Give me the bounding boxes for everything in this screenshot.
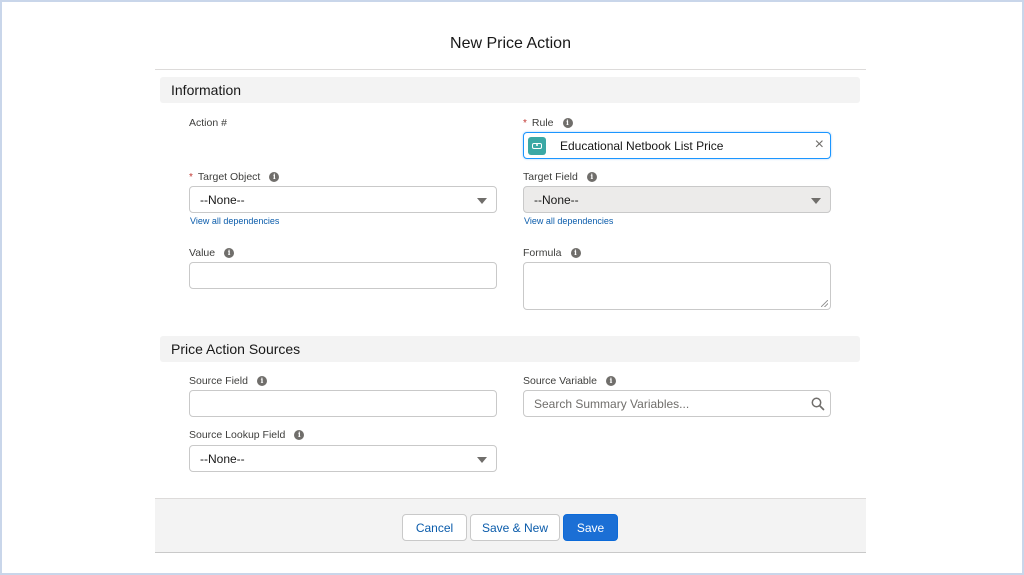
- clear-selection-icon[interactable]: ×: [815, 137, 824, 153]
- info-icon[interactable]: i: [562, 118, 573, 128]
- formula-label: Formula i: [523, 247, 581, 259]
- source-lookup-field-label: Source Lookup Field i: [189, 429, 305, 441]
- rule-value: Educational Netbook List Price: [560, 138, 724, 153]
- info-icon[interactable]: i: [570, 248, 581, 258]
- action-number-label-text: Action #: [189, 117, 227, 129]
- formula-label-text: Formula: [523, 247, 562, 259]
- source-lookup-field-value: --None--: [200, 451, 245, 466]
- target-field-select[interactable]: --None--: [523, 186, 831, 213]
- formula-textarea[interactable]: [523, 262, 831, 310]
- required-marker: *: [523, 117, 527, 129]
- rule-label: * Rule i: [523, 117, 573, 129]
- target-object-label-text: Target Object: [197, 171, 261, 183]
- value-label: Value i: [189, 247, 235, 259]
- source-field-input[interactable]: [189, 390, 497, 417]
- header-divider: [155, 69, 866, 70]
- chevron-down-icon: [477, 457, 487, 463]
- source-lookup-field-label-text: Source Lookup Field: [189, 429, 286, 441]
- new-price-action-modal: New Price Action Information Action # * …: [155, 18, 866, 554]
- info-icon[interactable]: i: [294, 430, 305, 440]
- price-rule-icon: [528, 136, 546, 155]
- target-field-dependencies-link[interactable]: View all dependencies: [524, 216, 613, 226]
- rule-lookup-field[interactable]: Educational Netbook List Price ×: [523, 132, 831, 159]
- source-variable-label-text: Source Variable: [523, 375, 597, 387]
- save-and-new-button[interactable]: Save & New: [470, 514, 560, 541]
- save-button[interactable]: Save: [563, 514, 618, 541]
- target-field-label: Target Field i: [523, 171, 597, 183]
- target-field-value: --None--: [534, 192, 579, 207]
- target-object-value: --None--: [200, 192, 245, 207]
- section-header-price-action-sources[interactable]: Price Action Sources: [160, 336, 860, 362]
- info-icon[interactable]: i: [256, 376, 267, 386]
- info-icon[interactable]: i: [605, 376, 616, 386]
- chevron-down-icon: [811, 198, 821, 204]
- source-field-label: Source Field i: [189, 375, 267, 387]
- source-variable-search[interactable]: Search Summary Variables...: [523, 390, 831, 417]
- target-object-select[interactable]: --None--: [189, 186, 497, 213]
- modal-footer: Cancel Save & New Save: [155, 498, 866, 553]
- source-variable-label: Source Variable i: [523, 375, 616, 387]
- value-input[interactable]: [189, 262, 497, 289]
- cancel-button[interactable]: Cancel: [402, 514, 467, 541]
- source-variable-placeholder: Search Summary Variables...: [534, 396, 690, 411]
- section-header-information[interactable]: Information: [160, 77, 860, 103]
- resize-handle-icon[interactable]: [821, 300, 828, 307]
- info-icon[interactable]: i: [224, 248, 235, 258]
- source-lookup-field-select[interactable]: --None--: [189, 445, 497, 472]
- target-object-dependencies-link[interactable]: View all dependencies: [190, 216, 279, 226]
- modal-title: New Price Action: [450, 35, 571, 52]
- search-icon[interactable]: [811, 397, 825, 411]
- rule-label-text: Rule: [531, 117, 554, 129]
- info-icon[interactable]: i: [586, 172, 597, 182]
- value-label-text: Value: [189, 247, 216, 259]
- target-object-label: * Target Object i: [189, 171, 280, 183]
- required-marker: *: [189, 171, 193, 183]
- source-field-label-text: Source Field: [189, 375, 248, 387]
- chevron-down-icon: [477, 198, 487, 204]
- action-number-label: Action #: [189, 117, 227, 129]
- info-icon[interactable]: i: [269, 172, 280, 182]
- target-field-label-text: Target Field: [523, 171, 578, 183]
